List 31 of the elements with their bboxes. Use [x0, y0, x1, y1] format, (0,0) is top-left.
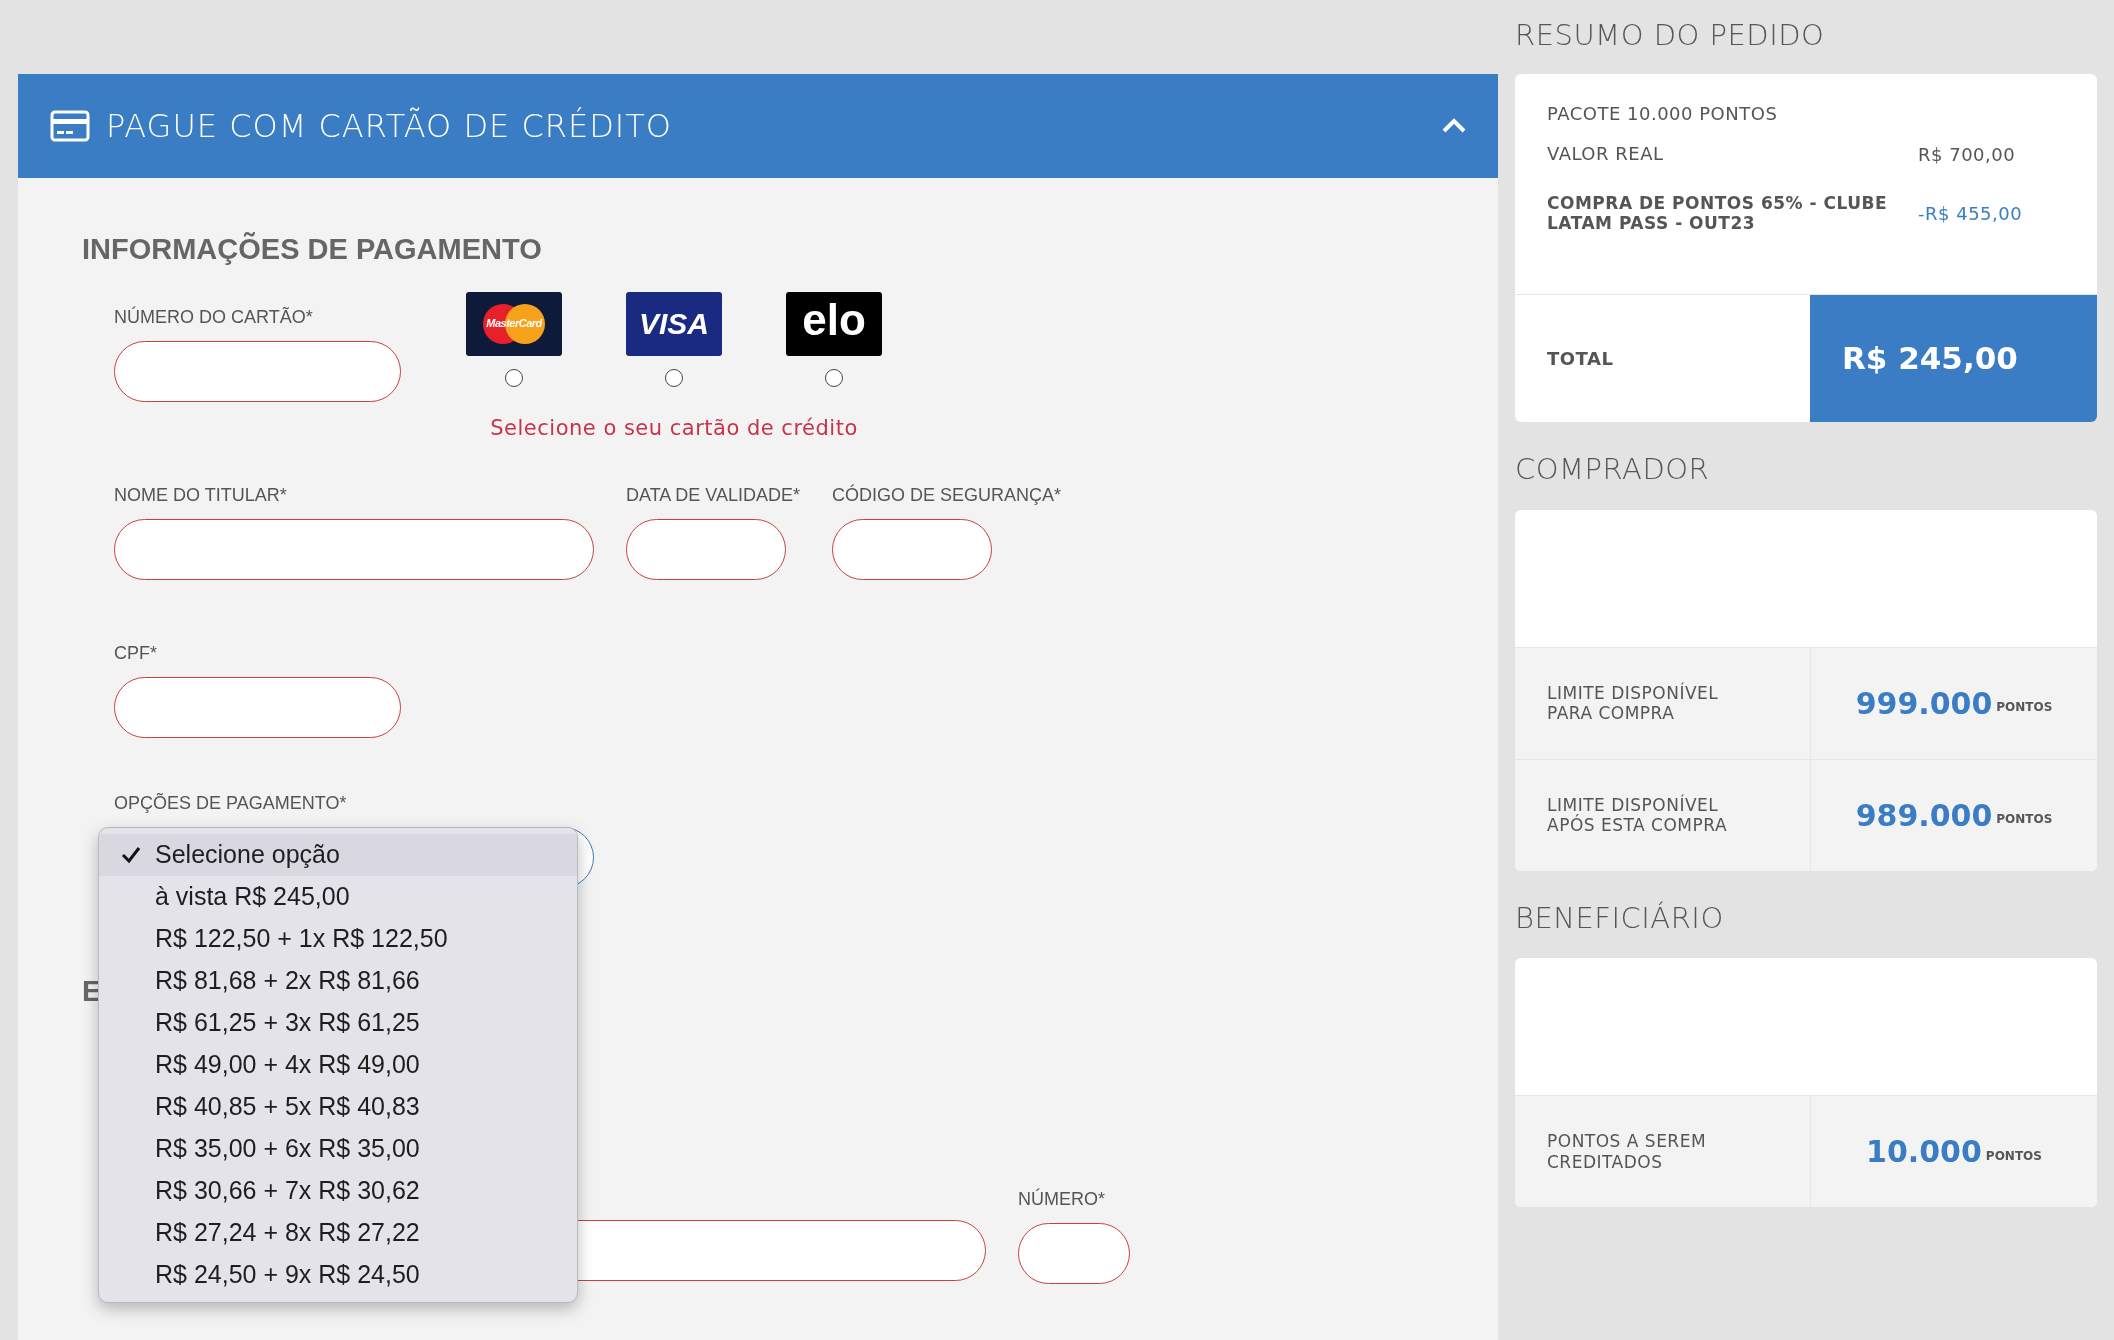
- total-label: TOTAL: [1547, 347, 1614, 371]
- stat-value: 10.000: [1866, 1133, 1982, 1171]
- section-title: INFORMAÇÕES DE PAGAMENTO: [82, 231, 542, 267]
- field-label: CPF*: [114, 642, 158, 665]
- field-label: NÚMERO*: [1018, 1187, 1106, 1211]
- stat-label: LIMITE DISPONÍVEL PARA COMPRA: [1547, 682, 1720, 724]
- section-heading: COMPRADOR: [1515, 451, 1711, 488]
- field-label: DATA DE VALIDADE*: [626, 484, 801, 507]
- error-message: Selecione o seu cartão de crédito: [490, 414, 858, 442]
- stat-unit: PONTOS: [1996, 699, 2053, 716]
- field-label: OPÇÕES DE PAGAMENTO*: [114, 792, 348, 815]
- field-label: CÓDIGO DE SEGURANÇA*: [832, 483, 1062, 507]
- stat-label: PONTOS A SEREM CREDITADOS: [1547, 1131, 1708, 1172]
- stat-value: 999.000: [1855, 684, 1993, 723]
- total-amount: R$ 245,00: [1810, 295, 2097, 422]
- field-label: NOME DO TITULAR*: [114, 484, 288, 507]
- summary-value: R$ 700,00: [1918, 143, 2016, 167]
- stat-unit: PONTOS: [1985, 1147, 2042, 1165]
- stat-label: LIMITE DISPONÍVEL APÓS ESTA COMPRA: [1547, 794, 1728, 836]
- summary-label: VALOR REAL: [1547, 144, 1665, 165]
- section-heading: RESUMO DO PEDIDO: [1515, 17, 1826, 54]
- stat-unit: PONTOS: [1996, 811, 2053, 828]
- summary-value: -R$ 455,00: [1918, 202, 2023, 227]
- card-brand-logo: VISA: [626, 291, 722, 356]
- stat-value: 989.000: [1855, 796, 1993, 835]
- package-name: PACOTE 10.000 PONTOS: [1547, 102, 1779, 126]
- field-label: NÚMERO DO CARTÃO*: [114, 305, 314, 329]
- section-heading: BENEFICIÁRIO: [1515, 899, 1725, 937]
- card-brand-logo: elo: [786, 291, 882, 356]
- summary-label: COMPRA DE PONTOS 65% - CLUBE LATAM PASS - OUT23: [1547, 194, 1889, 234]
- panel-title: PAGUE COM CARTÃO DE CRÉDITO: [106, 106, 674, 147]
